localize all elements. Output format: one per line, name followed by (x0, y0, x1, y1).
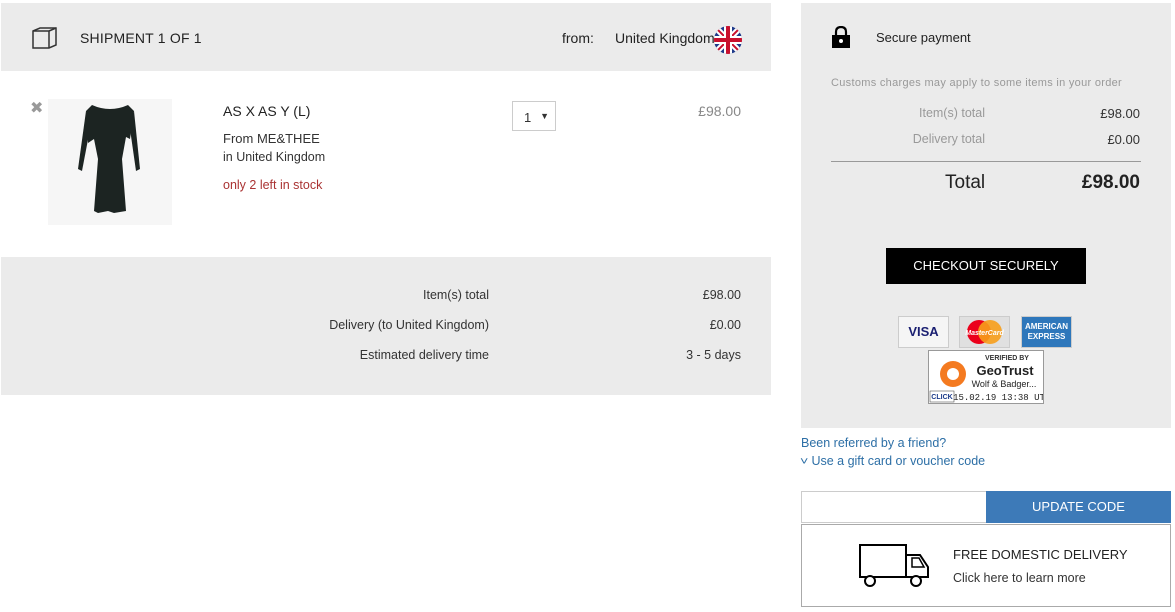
geotrust-verified: VERIFIED BY (985, 355, 1029, 362)
product-price: £98.00 (698, 103, 741, 119)
items-total-value: £98.00 (1100, 106, 1140, 121)
payment-panel: Secure payment Customs charges may apply… (801, 3, 1171, 428)
geotrust-date: 15.02.19 13:38 UT (953, 393, 1043, 403)
truck-icon (859, 544, 929, 587)
quantity-value: 1 (524, 110, 532, 125)
free-delivery-banner[interactable]: FREE DOMESTIC DELIVERY Click here to lea… (801, 524, 1171, 607)
stock-warning: only 2 left in stock (223, 178, 323, 192)
remove-item-icon[interactable]: ✖ (30, 101, 43, 117)
product-brand[interactable]: From ME&THEE (223, 131, 320, 146)
summary-value: 3 - 5 days (686, 348, 741, 362)
amex-logo: AMERICAN EXPRESS (1021, 316, 1072, 348)
geotrust-click: CLICK (931, 394, 952, 401)
product-image[interactable] (48, 99, 172, 225)
shipment-header: SHIPMENT 1 OF 1 from: United Kingdom (1, 3, 771, 71)
summary-label: Estimated delivery time (359, 348, 489, 362)
free-delivery-title: FREE DOMESTIC DELIVERY (953, 547, 1128, 562)
quantity-select[interactable]: 1 ▼ (512, 101, 556, 131)
summary-value: £98.00 (702, 288, 741, 302)
product-location: in United Kingdom (223, 150, 326, 164)
summary-value: £0.00 (709, 318, 741, 332)
visa-logo: VISA (898, 316, 949, 348)
total-label: Total (945, 172, 986, 193)
from-country: United Kingdom (615, 30, 715, 46)
total-value: £98.00 (1081, 172, 1140, 193)
dress-image (78, 105, 140, 213)
box-icon (32, 27, 57, 49)
product-name[interactable]: AS X AS Y (L) (223, 103, 310, 119)
shipment-summary: Item(s) total £98.00 Delivery (to United… (1, 257, 771, 395)
checkout-button[interactable]: CHECKOUT SECURELY (886, 248, 1086, 284)
gift-card-link[interactable]: ˅ Use a gift card or voucher code (800, 454, 986, 468)
geotrust-brand: GeoTrust (976, 363, 1034, 378)
summary-label: Item(s) total (423, 288, 489, 302)
geotrust-site: Wolf & Badger... (972, 379, 1037, 389)
mastercard-text: MasterCard (965, 330, 1004, 337)
dropdown-arrow-icon: ▼ (540, 111, 549, 121)
delivery-total-value: £0.00 (1107, 132, 1140, 147)
from-label: from: (562, 30, 594, 46)
summary-label: Delivery (to United Kingdom) (329, 318, 489, 332)
chevron-down-icon: ˅ (800, 456, 809, 468)
learn-more-link[interactable]: Click here to learn more (953, 571, 1086, 585)
items-total-label: Item(s) total (919, 106, 985, 120)
shipment-title: SHIPMENT 1 OF 1 (80, 30, 202, 46)
gift-card-label: Use a gift card or voucher code (811, 454, 986, 468)
delivery-total-label: Delivery total (912, 132, 985, 146)
lock-icon (832, 26, 850, 48)
referred-friend-link[interactable]: Been referred by a friend? (801, 436, 946, 450)
voucher-code-input[interactable] (801, 491, 987, 523)
divider (831, 161, 1141, 162)
uk-flag-icon (714, 26, 742, 54)
update-code-button[interactable]: UPDATE CODE (986, 491, 1171, 523)
mastercard-logo: MasterCard (959, 316, 1010, 348)
customs-note: Customs charges may apply to some items … (831, 77, 1123, 89)
geotrust-seal[interactable]: VERIFIED BY GeoTrust Wolf & Badger... CL… (928, 350, 1046, 404)
secure-payment-title: Secure payment (876, 30, 971, 45)
